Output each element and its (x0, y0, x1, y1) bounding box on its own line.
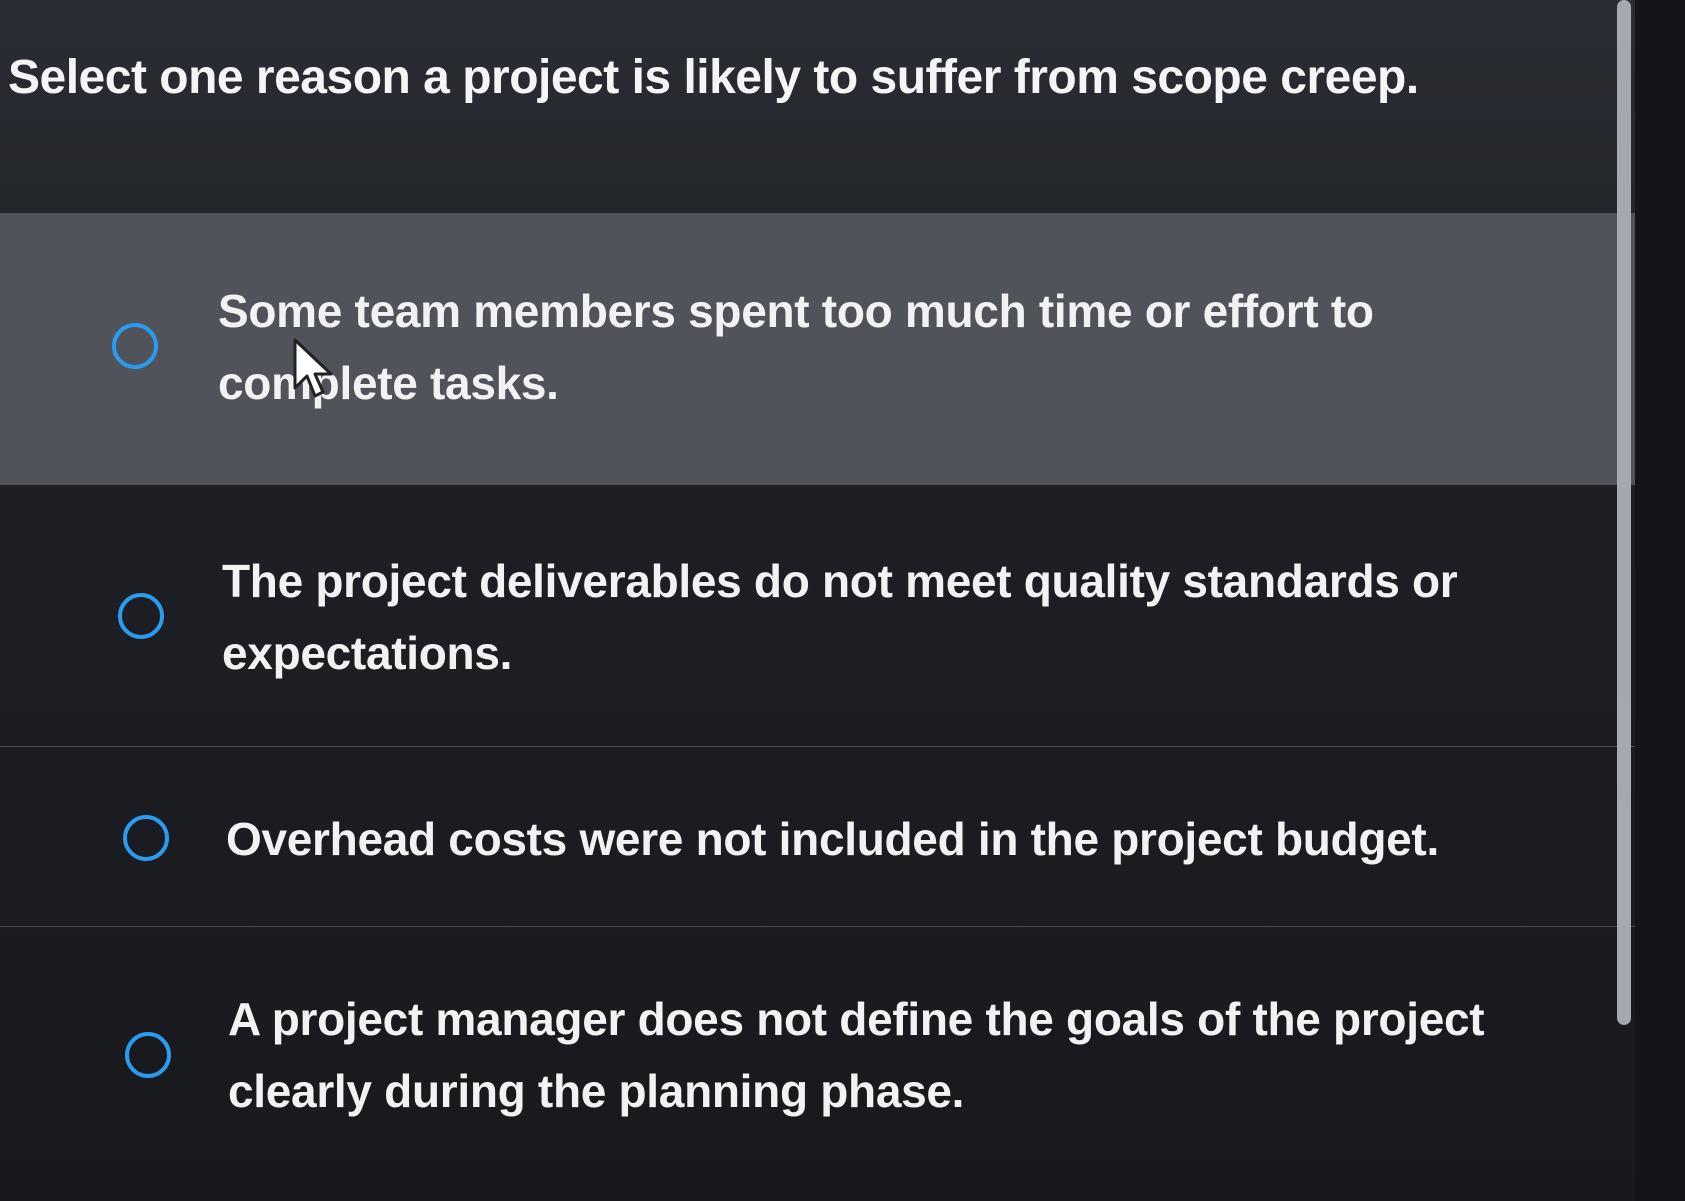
answer-option-1[interactable]: Some team members spent too much time or… (0, 213, 1635, 485)
quiz-screen: Select one reason a project is likely to… (0, 0, 1685, 1201)
radio-button-icon[interactable] (112, 323, 158, 369)
answer-option-4[interactable]: A project manager does not define the go… (0, 927, 1635, 1175)
answer-options-list: Some team members spent too much time or… (0, 213, 1635, 1175)
answer-option-3[interactable]: Overhead costs were not included in the … (0, 747, 1635, 927)
answer-option-label[interactable]: Overhead costs were not included in the … (226, 803, 1566, 875)
answer-option-2[interactable]: The project deliverables do not meet qua… (0, 485, 1635, 747)
radio-button-icon[interactable] (125, 1032, 171, 1078)
answer-option-label[interactable]: The project deliverables do not meet qua… (222, 545, 1562, 689)
scrollbar-track[interactable] (1635, 0, 1685, 1201)
question-text: Select one reason a project is likely to… (8, 51, 1419, 104)
radio-button-icon[interactable] (118, 593, 164, 639)
mouse-pointer-icon (293, 338, 333, 398)
answer-option-label[interactable]: A project manager does not define the go… (228, 983, 1568, 1127)
scrollbar-thumb[interactable] (1617, 0, 1631, 1025)
answer-option-label[interactable]: Some team members spent too much time or… (218, 275, 1518, 419)
radio-button-icon[interactable] (123, 815, 169, 861)
